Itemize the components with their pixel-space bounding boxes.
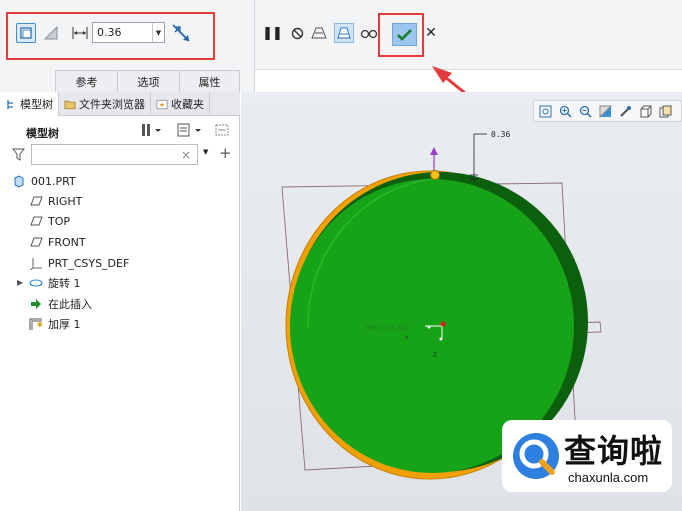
tab-model-tree[interactable]: 模型树 — [0, 92, 59, 116]
csys-icon — [29, 256, 43, 270]
tree-item-top[interactable]: TOP — [29, 212, 70, 230]
glasses-preview-button[interactable] — [360, 24, 378, 42]
revolve-icon — [29, 276, 43, 290]
drag-handle[interactable] — [430, 147, 440, 180]
preview-geometry-icon — [311, 27, 327, 39]
svg-text:✱: ✱ — [37, 321, 43, 329]
tab-options[interactable]: 选项 — [117, 70, 180, 92]
tree-item-label: 加厚 1 — [48, 318, 81, 331]
tab-references[interactable]: 参考 — [55, 70, 118, 92]
glasses-icon — [360, 29, 378, 39]
tree-item-label: 旋转 1 — [48, 277, 81, 290]
datum-plane-icon — [29, 194, 43, 208]
verify-mode-icon — [337, 27, 351, 39]
tree-item-front[interactable]: FRONT — [29, 233, 86, 251]
csys-z-label: Z — [433, 352, 437, 359]
tree-options-icon — [215, 124, 229, 136]
filter-icon[interactable] — [11, 148, 26, 164]
favorites-icon — [156, 98, 168, 110]
plane-label: PRT_CSYS_DEF — [366, 325, 411, 332]
dashboard-tabs: 参考 选项 属性 — [55, 70, 240, 92]
folder-icon — [64, 98, 76, 110]
tab-favorites[interactable]: 收藏夹 — [151, 92, 210, 116]
panel-tabs: 模型树 文件夹浏览器 收藏夹 — [0, 92, 240, 116]
add-filter-icon[interactable]: + — [219, 144, 232, 162]
list-icon — [177, 123, 201, 137]
tree-item-label: PRT_CSYS_DEF — [48, 256, 130, 270]
expand-revolve-icon[interactable]: ▶ — [17, 278, 23, 287]
tree-item-label: FRONT — [48, 235, 86, 249]
search-dropdown-icon[interactable]: ▼ — [203, 148, 208, 156]
datum-plane-icon — [29, 214, 43, 228]
tree-item-insert-here[interactable]: 在此插入 — [29, 295, 92, 313]
tree-item-label: TOP — [48, 214, 71, 228]
datum-plane-icon — [29, 235, 43, 249]
tree-item-csys[interactable]: PRT_CSYS_DEF — [29, 254, 129, 272]
tree-item-label: 001.PRT — [31, 174, 76, 188]
watermark-logo-icon — [513, 433, 559, 479]
model-tree-title: 模型树 — [26, 127, 59, 140]
csys-y-label: Y — [404, 335, 409, 342]
tools-icon — [142, 124, 161, 136]
cancel-button[interactable]: ✕ — [422, 24, 440, 42]
tab-model-tree-label: 模型树 — [20, 98, 53, 111]
dimension-label: 0.36 — [491, 130, 510, 139]
pause-button[interactable]: ❚❚ — [262, 24, 283, 42]
insert-arrow-icon — [29, 297, 43, 311]
watermark-cn: 查询啦 — [564, 432, 664, 470]
pause-icon: ❚❚ — [262, 25, 283, 41]
tab-properties[interactable]: 属性 — [179, 70, 240, 92]
thicken-icon: ✱ — [29, 317, 43, 331]
highlight-box-thickness — [6, 12, 215, 60]
part-icon — [12, 174, 26, 188]
verify-mode-button[interactable] — [334, 23, 354, 43]
tree-search-input[interactable]: × — [31, 144, 198, 165]
tree-item-right[interactable]: RIGHT — [29, 192, 82, 210]
tree-item-label: 在此插入 — [48, 298, 92, 311]
tree-item-label: RIGHT — [48, 194, 83, 208]
show-menu-button[interactable] — [176, 122, 202, 138]
clear-search-icon[interactable]: × — [181, 148, 191, 162]
tab-folder-browser[interactable]: 文件夹浏览器 — [59, 92, 151, 116]
model-tree-panel: 模型树 文件夹浏览器 收藏夹 模型树 × ▼ + 001.PRT RIGHT T… — [0, 92, 240, 511]
stop-button[interactable] — [288, 24, 306, 42]
tree-item-part[interactable]: 001.PRT — [12, 172, 76, 190]
watermark: 查询啦 chaxunla.com — [502, 420, 672, 492]
watermark-en: chaxunla.com — [568, 470, 649, 485]
tab-favorites-label: 收藏夹 — [171, 98, 204, 111]
tree-filter-options-button[interactable] — [214, 122, 230, 138]
model-tree-icon — [5, 98, 17, 110]
no-preview-icon — [291, 27, 303, 39]
highlight-box-ok — [378, 13, 424, 57]
tree-item-revolve[interactable]: 旋转 1 — [29, 274, 81, 292]
thickness-dimension: 0.36 — [470, 130, 510, 182]
close-icon: ✕ — [425, 25, 437, 41]
tab-folder-browser-label: 文件夹浏览器 — [79, 98, 145, 111]
preview-geometry-button[interactable] — [310, 24, 328, 42]
settings-menu-button[interactable] — [140, 122, 162, 138]
tree-item-thicken[interactable]: ✱ 加厚 1 — [29, 315, 81, 333]
